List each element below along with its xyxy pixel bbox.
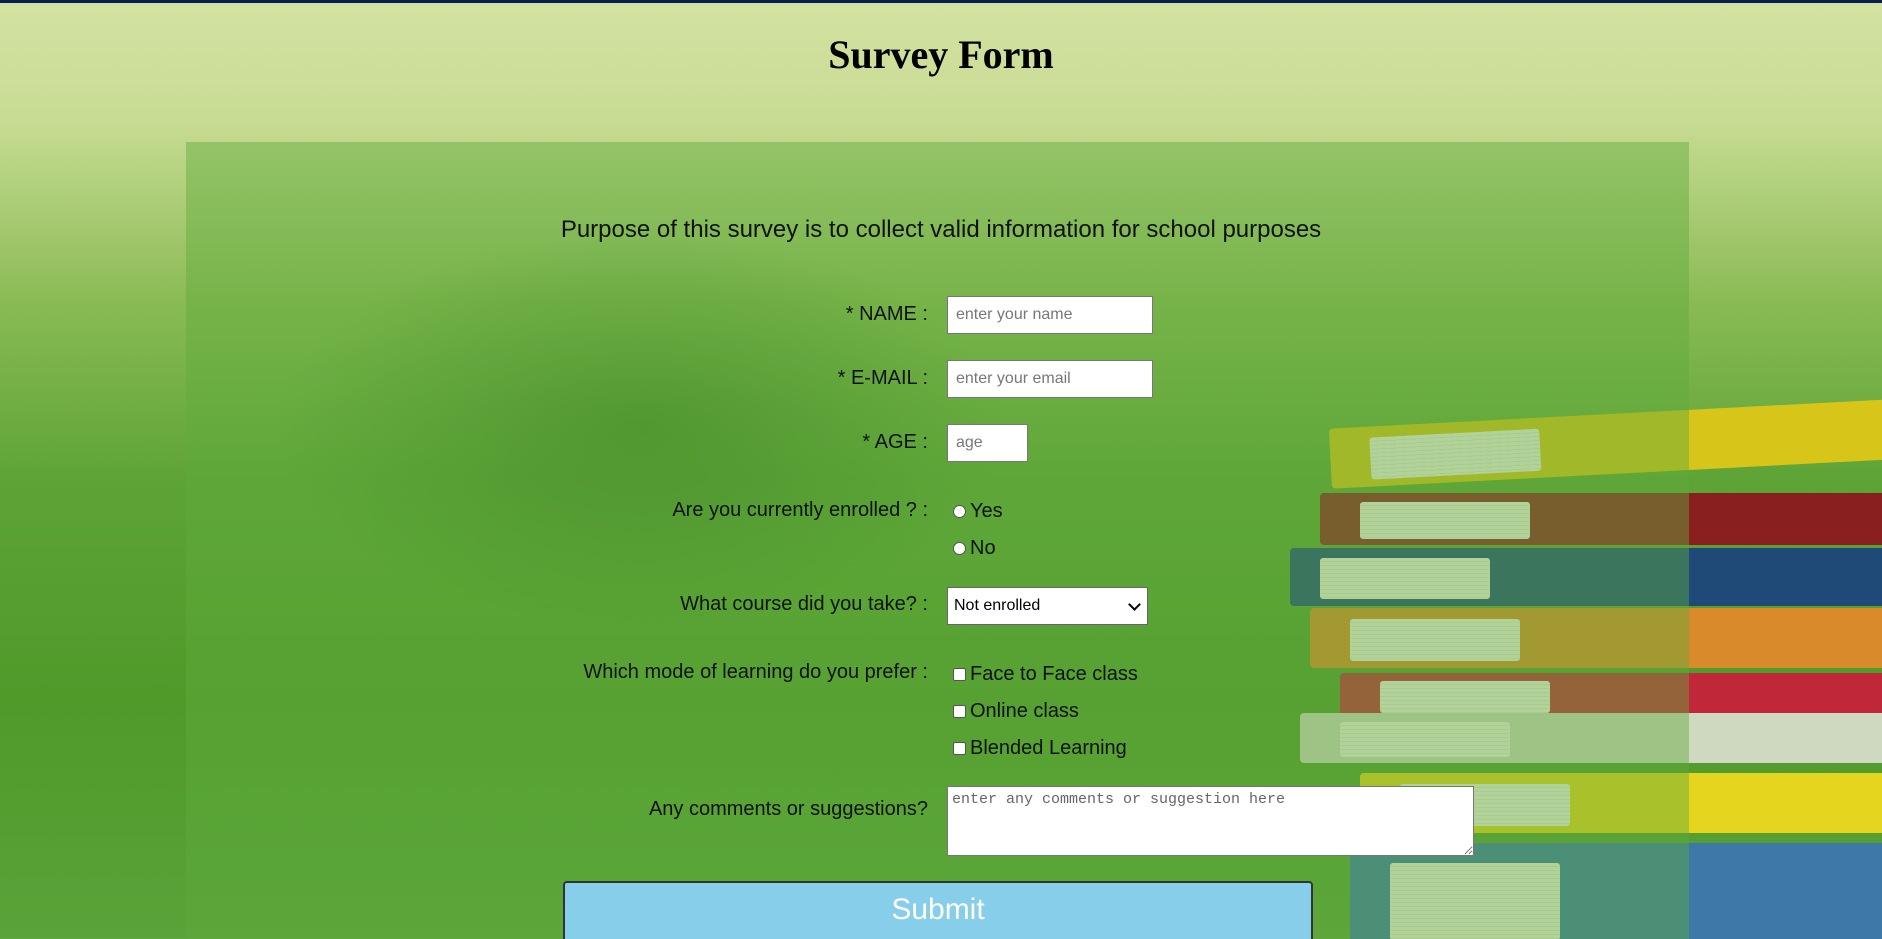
checkbox-blended[interactable] xyxy=(953,742,966,755)
course-select[interactable]: Not enrolled xyxy=(947,587,1148,625)
mode-option-face-to-face-label: Face to Face class xyxy=(970,663,1138,685)
enrolled-option-yes-label: Yes xyxy=(970,500,1003,522)
survey-purpose-text: Purpose of this survey is to collect val… xyxy=(560,216,1322,243)
email-label: * E-MAIL : xyxy=(837,367,928,389)
enrolled-option-no-label: No xyxy=(970,537,996,559)
age-input[interactable] xyxy=(947,424,1028,462)
radio-yes[interactable] xyxy=(953,505,966,518)
chevron-down-icon xyxy=(1128,598,1141,611)
checkbox-online[interactable] xyxy=(953,705,966,718)
page-title: Survey Form xyxy=(828,32,1054,77)
enrolled-option-no[interactable]: No xyxy=(953,537,996,560)
checkbox-face-to-face[interactable] xyxy=(953,668,966,681)
name-input[interactable] xyxy=(947,296,1153,334)
age-label: * AGE : xyxy=(862,431,928,453)
mode-option-blended-label: Blended Learning xyxy=(970,737,1127,759)
course-select-value: Not enrolled xyxy=(954,597,1041,614)
comments-label: Any comments or suggestions? xyxy=(648,798,928,820)
radio-no[interactable] xyxy=(953,542,966,555)
course-label: What course did you take? : xyxy=(680,593,928,615)
name-label: * NAME : xyxy=(845,303,928,325)
mode-option-online[interactable]: Online class xyxy=(953,700,1079,723)
email-input[interactable] xyxy=(947,360,1153,398)
submit-button[interactable]: Submit xyxy=(563,881,1313,939)
enrolled-option-yes[interactable]: Yes xyxy=(953,500,1003,523)
mode-option-online-label: Online class xyxy=(970,700,1079,722)
mode-label: Which mode of learning do you prefer : xyxy=(583,661,928,683)
mode-option-blended[interactable]: Blended Learning xyxy=(953,737,1127,760)
mode-option-face-to-face[interactable]: Face to Face class xyxy=(953,663,1138,686)
comments-textarea[interactable] xyxy=(947,786,1474,856)
enrolled-label: Are you currently enrolled ? : xyxy=(672,499,928,521)
